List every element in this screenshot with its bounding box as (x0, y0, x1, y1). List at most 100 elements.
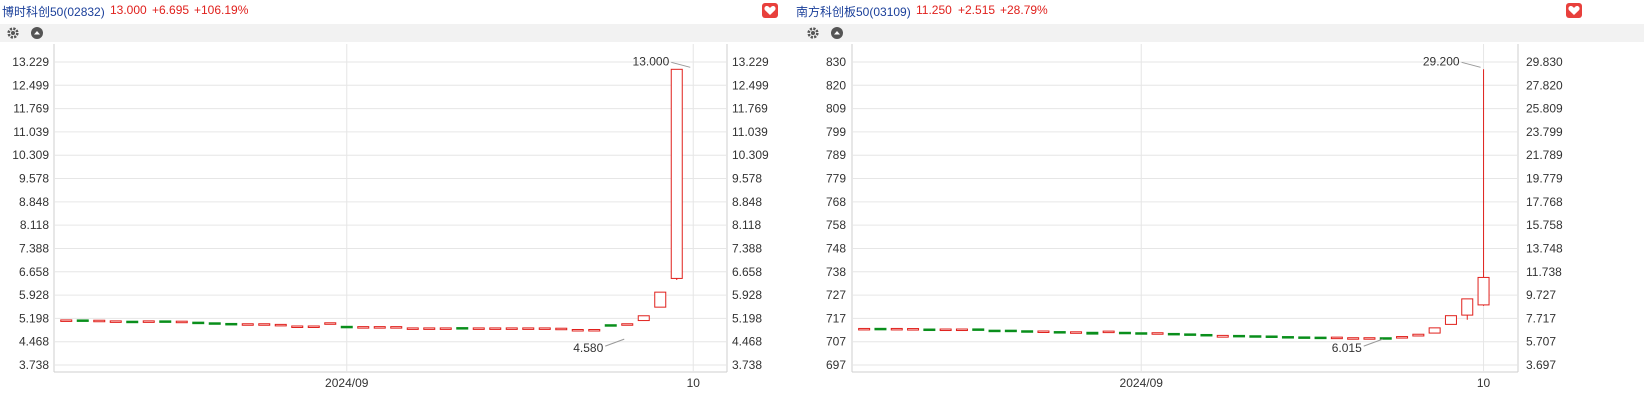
candle-body (1428, 327, 1441, 334)
candle-body (988, 329, 1001, 333)
stock-panel-03109: 南方科创板50(03109) 11.250 +2.515 +28.79% 29.… (796, 0, 1644, 410)
candle-body (555, 327, 568, 331)
y-tick-label-right: 13.229 (732, 55, 769, 69)
y-tick-label-right: 21.789 (1526, 148, 1563, 162)
candle-body (76, 319, 89, 322)
candle-body (175, 320, 188, 324)
candle-body (1347, 337, 1360, 340)
candle-body (60, 319, 73, 322)
y-tick-label-left: 11.769 (13, 102, 49, 116)
y-tick-label-right: 13.748 (1526, 241, 1563, 255)
candle-body (1184, 333, 1197, 336)
candle-body (923, 328, 936, 332)
candle-body (1004, 329, 1017, 333)
candle-body (858, 327, 871, 331)
y-tick-label-left: 21.789 (826, 148, 846, 162)
y-tick-label-left: 6.658 (19, 265, 49, 279)
y-tick-label-right: 12.499 (732, 78, 769, 92)
candle-body (357, 326, 370, 329)
candle-body (192, 321, 205, 325)
y-tick-label-left: 13.748 (826, 241, 846, 255)
candle-body (208, 322, 221, 325)
annotation-low-label: 6.015 (1332, 341, 1362, 355)
y-tick-label-right: 29.830 (1526, 55, 1563, 69)
candle-body (93, 319, 106, 323)
candle-body (874, 327, 887, 331)
candle-body (1477, 276, 1490, 306)
stock-panel-02832: 博时科创50(02832) 13.000 +6.695 +106.19% 13.… (0, 0, 826, 410)
y-tick-label-left: 25.809 (826, 102, 846, 116)
candle-body (588, 328, 601, 332)
y-tick-label-left: 4.468 (19, 335, 49, 349)
candle-body (274, 323, 287, 327)
candle-body (1070, 331, 1083, 334)
candle-body (1233, 334, 1246, 338)
candle-body (1363, 337, 1376, 340)
y-tick-label-right: 25.809 (1526, 102, 1563, 116)
candle-body (1314, 336, 1327, 340)
candle-body (654, 291, 667, 308)
candle-body (1461, 298, 1474, 316)
y-tick-label-left: 5.198 (19, 311, 49, 325)
y-tick-label-left: 13.229 (12, 55, 49, 69)
candle-body (126, 320, 139, 324)
y-tick-label-right: 11.039 (732, 125, 768, 139)
y-tick-label-right: 3.738 (732, 358, 762, 372)
candle-body (505, 327, 518, 330)
candle-body (1265, 335, 1278, 338)
y-tick-label-right: 10.309 (732, 148, 769, 162)
candle-body (1053, 331, 1066, 334)
gear-icon[interactable] (806, 26, 820, 40)
candle-body (439, 327, 452, 330)
candle-body (955, 328, 968, 332)
candle-body (109, 320, 122, 323)
annotation-high-label: 13.000 (633, 54, 670, 68)
candle-body (390, 326, 403, 329)
annotation-leader (605, 338, 625, 347)
candle-body (1216, 334, 1229, 338)
y-tick-label-right: 5.707 (1526, 335, 1556, 349)
y-tick-label-left: 12.499 (12, 78, 49, 92)
candle-body (637, 315, 650, 322)
y-tick-label-right: 7.717 (1526, 311, 1556, 325)
y-tick-label-left: 11.039 (13, 125, 49, 139)
candle-body (890, 327, 903, 331)
candlestick-chart[interactable]: 13.229 13.229 12.499 12.499 11.769 11.769 11.0… (0, 0, 826, 410)
y-tick-label-right: 8.118 (732, 218, 761, 232)
y-tick-label-left: 27.820 (826, 78, 846, 92)
candle-body (142, 320, 155, 323)
y-tick-label-left: 8.848 (19, 195, 49, 209)
y-tick-label-left: 10.309 (12, 148, 49, 162)
candle-body (258, 323, 271, 326)
candle-body (1021, 330, 1034, 333)
y-tick-label-right: 5.198 (732, 311, 762, 325)
y-tick-label-right: 27.820 (1526, 78, 1563, 92)
annotation-leader (1461, 61, 1481, 68)
candle-body (1330, 336, 1343, 340)
y-tick-label-right: 9.727 (1526, 288, 1556, 302)
candle-body (1151, 332, 1164, 335)
candle-body (406, 327, 419, 330)
y-tick-label-left: 5.928 (19, 288, 49, 302)
annotation-high-label: 29.200 (1423, 54, 1460, 68)
candle-body (307, 325, 320, 328)
candle-body (1118, 331, 1131, 335)
y-tick-label-right: 7.388 (732, 241, 762, 255)
annotation-low-label: 4.580 (573, 341, 603, 355)
y-tick-label-left: 11.738 (826, 265, 846, 279)
y-tick-label-left: 3.738 (19, 358, 49, 372)
candle-body (1298, 336, 1311, 339)
y-tick-label-right: 17.768 (1526, 195, 1563, 209)
candlestick-chart[interactable]: 29.830 29.830 27.820 27.820 25.809 25.809 23.7… (826, 0, 1644, 410)
y-tick-label-left: 23.799 (826, 125, 846, 139)
candle-body (159, 320, 172, 323)
candle-body (538, 327, 551, 330)
candle-body (1444, 315, 1457, 325)
x-tick-label: 10 (687, 376, 701, 390)
candle-body (1412, 333, 1425, 337)
candle-body (373, 326, 386, 329)
candle-body (472, 327, 485, 330)
y-tick-label-right: 23.799 (1526, 125, 1563, 139)
candle-body (1135, 332, 1148, 335)
y-tick-label-right: 8.848 (732, 195, 762, 209)
